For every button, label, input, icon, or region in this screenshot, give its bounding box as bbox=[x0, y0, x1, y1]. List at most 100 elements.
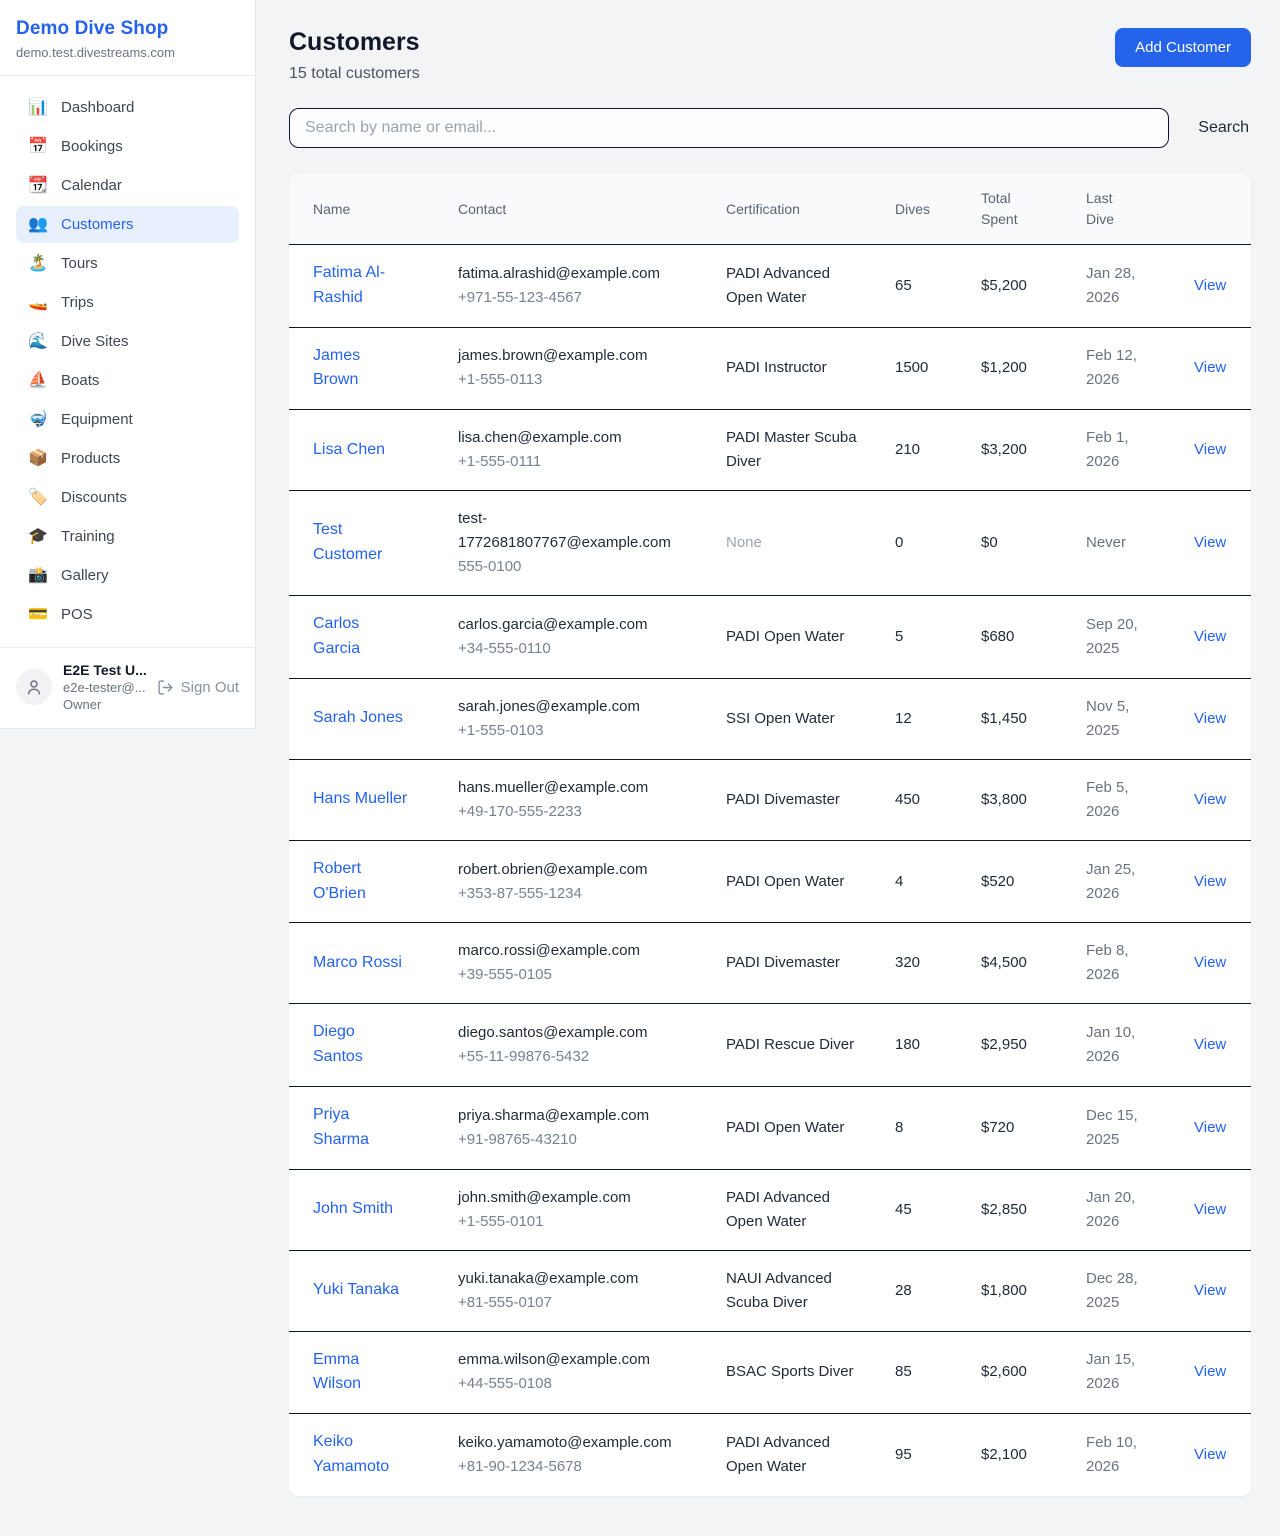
sidebar-item-dashboard[interactable]: 📊Dashboard bbox=[16, 89, 239, 126]
view-customer-link[interactable]: View bbox=[1194, 1282, 1226, 1299]
column-header-last-dive: Last Dive bbox=[1062, 174, 1170, 245]
certification-value: None bbox=[726, 534, 762, 551]
logout-icon bbox=[157, 679, 174, 696]
sidebar-item-label: Training bbox=[61, 528, 115, 545]
total-spent-cell: $2,100 bbox=[957, 1414, 1062, 1496]
customer-email: priya.sharma@example.com bbox=[458, 1104, 690, 1128]
view-customer-link[interactable]: View bbox=[1194, 1036, 1226, 1053]
view-customer-link[interactable]: View bbox=[1194, 441, 1226, 458]
sidebar-item-customers[interactable]: 👥Customers bbox=[16, 206, 239, 243]
certification-cell: PADI Advanced Open Water bbox=[702, 1169, 871, 1250]
package-icon: 📦 bbox=[28, 451, 48, 467]
certification-value: PADI Divemaster bbox=[726, 954, 840, 971]
customer-name-link[interactable]: Keiko Yamamoto bbox=[313, 1433, 389, 1475]
view-customer-link[interactable]: View bbox=[1194, 1446, 1226, 1463]
dives-cell: 5 bbox=[871, 596, 957, 679]
view-customer-link[interactable]: View bbox=[1194, 710, 1226, 727]
sidebar-item-label: Discounts bbox=[61, 489, 127, 506]
contact-cell: hans.mueller@example.com+49-170-555-2233 bbox=[434, 759, 702, 840]
customer-name-link[interactable]: Hans Mueller bbox=[313, 790, 407, 807]
sidebar-item-equipment[interactable]: 🤿Equipment bbox=[16, 401, 239, 438]
last-dive-cell: Nov 5, 2025 bbox=[1062, 678, 1170, 759]
dives-cell: 450 bbox=[871, 759, 957, 840]
customer-name-link[interactable]: Robert O'Brien bbox=[313, 860, 366, 902]
customer-name-link[interactable]: Lisa Chen bbox=[313, 441, 385, 458]
contact-cell: john.smith@example.com+1-555-0101 bbox=[434, 1169, 702, 1250]
contact-cell: emma.wilson@example.com+44-555-0108 bbox=[434, 1331, 702, 1414]
view-customer-link[interactable]: View bbox=[1194, 1119, 1226, 1136]
name-cell: Test Customer bbox=[289, 491, 434, 596]
column-header-actions bbox=[1170, 174, 1251, 245]
certification-cell: PADI Open Water bbox=[702, 596, 871, 679]
sidebar-item-products[interactable]: 📦Products bbox=[16, 440, 239, 477]
search-input[interactable] bbox=[289, 108, 1169, 148]
contact-cell: sarah.jones@example.com+1-555-0103 bbox=[434, 678, 702, 759]
user-meta: E2E Test U... e2e-tester@... Owner bbox=[63, 662, 146, 712]
customer-email: keiko.yamamoto@example.com bbox=[458, 1431, 690, 1455]
view-customer-link[interactable]: View bbox=[1194, 359, 1226, 376]
credit-card-icon: 💳 bbox=[28, 607, 48, 623]
sidebar-item-tours[interactable]: 🏝️Tours bbox=[16, 245, 239, 282]
certification-cell: PADI Instructor bbox=[702, 327, 871, 410]
view-customer-link[interactable]: View bbox=[1194, 534, 1226, 551]
column-header-name: Name bbox=[289, 174, 434, 245]
total-spent-cell: $2,950 bbox=[957, 1004, 1062, 1087]
sidebar-item-training[interactable]: 🎓Training bbox=[16, 518, 239, 555]
customer-name-link[interactable]: John Smith bbox=[313, 1200, 393, 1217]
table-row: Diego Santosdiego.santos@example.com+55-… bbox=[289, 1004, 1251, 1087]
sidebar-item-boats[interactable]: ⛵Boats bbox=[16, 362, 239, 399]
customer-name-link[interactable]: Fatima Al-Rashid bbox=[313, 264, 385, 306]
customer-name-link[interactable]: Carlos Garcia bbox=[313, 615, 360, 657]
sidebar-item-pos[interactable]: 💳POS bbox=[16, 596, 239, 633]
certification-cell: None bbox=[702, 491, 871, 596]
customer-name-link[interactable]: Marco Rossi bbox=[313, 954, 402, 971]
actions-cell: View bbox=[1170, 327, 1251, 410]
name-cell: Fatima Al-Rashid bbox=[289, 245, 434, 328]
certification-cell: PADI Rescue Diver bbox=[702, 1004, 871, 1087]
search-button[interactable]: Search bbox=[1196, 115, 1251, 141]
dives-cell: 95 bbox=[871, 1414, 957, 1496]
view-customer-link[interactable]: View bbox=[1194, 791, 1226, 808]
view-customer-link[interactable]: View bbox=[1194, 873, 1226, 890]
customer-phone: +1-555-0113 bbox=[458, 368, 690, 392]
view-customer-link[interactable]: View bbox=[1194, 277, 1226, 294]
last-dive-cell: Jan 25, 2026 bbox=[1062, 840, 1170, 923]
dives-cell: 4 bbox=[871, 840, 957, 923]
customer-name-link[interactable]: Test Customer bbox=[313, 521, 382, 563]
certification-cell: PADI Open Water bbox=[702, 1086, 871, 1169]
sidebar-item-dive-sites[interactable]: 🌊Dive Sites bbox=[16, 323, 239, 360]
customer-name-link[interactable]: Priya Sharma bbox=[313, 1106, 369, 1148]
last-dive-cell: Feb 8, 2026 bbox=[1062, 923, 1170, 1004]
view-customer-link[interactable]: View bbox=[1194, 1201, 1226, 1218]
customer-name-link[interactable]: Diego Santos bbox=[313, 1023, 363, 1065]
customer-phone: +44-555-0108 bbox=[458, 1372, 690, 1396]
tag-icon: 🏷️ bbox=[28, 490, 48, 506]
certification-cell: BSAC Sports Diver bbox=[702, 1331, 871, 1414]
table-body: Fatima Al-Rashidfatima.alrashid@example.… bbox=[289, 245, 1251, 1496]
customer-email: emma.wilson@example.com bbox=[458, 1348, 690, 1372]
customer-email: sarah.jones@example.com bbox=[458, 695, 690, 719]
sidebar-item-discounts[interactable]: 🏷️ Discounts bbox=[16, 479, 239, 516]
name-cell: Keiko Yamamoto bbox=[289, 1414, 434, 1496]
view-customer-link[interactable]: View bbox=[1194, 954, 1226, 971]
sidebar-item-gallery[interactable]: 📸Gallery bbox=[16, 557, 239, 594]
sidebar-item-trips[interactable]: 🚤Trips bbox=[16, 284, 239, 321]
view-customer-link[interactable]: View bbox=[1194, 628, 1226, 645]
customer-name-link[interactable]: James Brown bbox=[313, 347, 360, 389]
certification-cell: PADI Advanced Open Water bbox=[702, 245, 871, 328]
customer-email: john.smith@example.com bbox=[458, 1186, 690, 1210]
add-customer-button[interactable]: Add Customer bbox=[1115, 28, 1251, 67]
name-cell: Sarah Jones bbox=[289, 678, 434, 759]
contact-cell: carlos.garcia@example.com+34-555-0110 bbox=[434, 596, 702, 679]
dives-cell: 210 bbox=[871, 410, 957, 491]
view-customer-link[interactable]: View bbox=[1194, 1363, 1226, 1380]
customer-name-link[interactable]: Emma Wilson bbox=[313, 1351, 361, 1393]
customer-name-link[interactable]: Sarah Jones bbox=[313, 709, 403, 726]
customer-name-link[interactable]: Yuki Tanaka bbox=[313, 1281, 399, 1298]
total-spent-cell: $720 bbox=[957, 1086, 1062, 1169]
total-spent-cell: $3,800 bbox=[957, 759, 1062, 840]
sign-out-button[interactable]: Sign Out bbox=[157, 679, 239, 696]
sidebar-item-calendar[interactable]: 📆Calendar bbox=[16, 167, 239, 204]
sidebar-item-bookings[interactable]: 📅Bookings bbox=[16, 128, 239, 165]
people-icon: 👥 bbox=[28, 217, 48, 233]
